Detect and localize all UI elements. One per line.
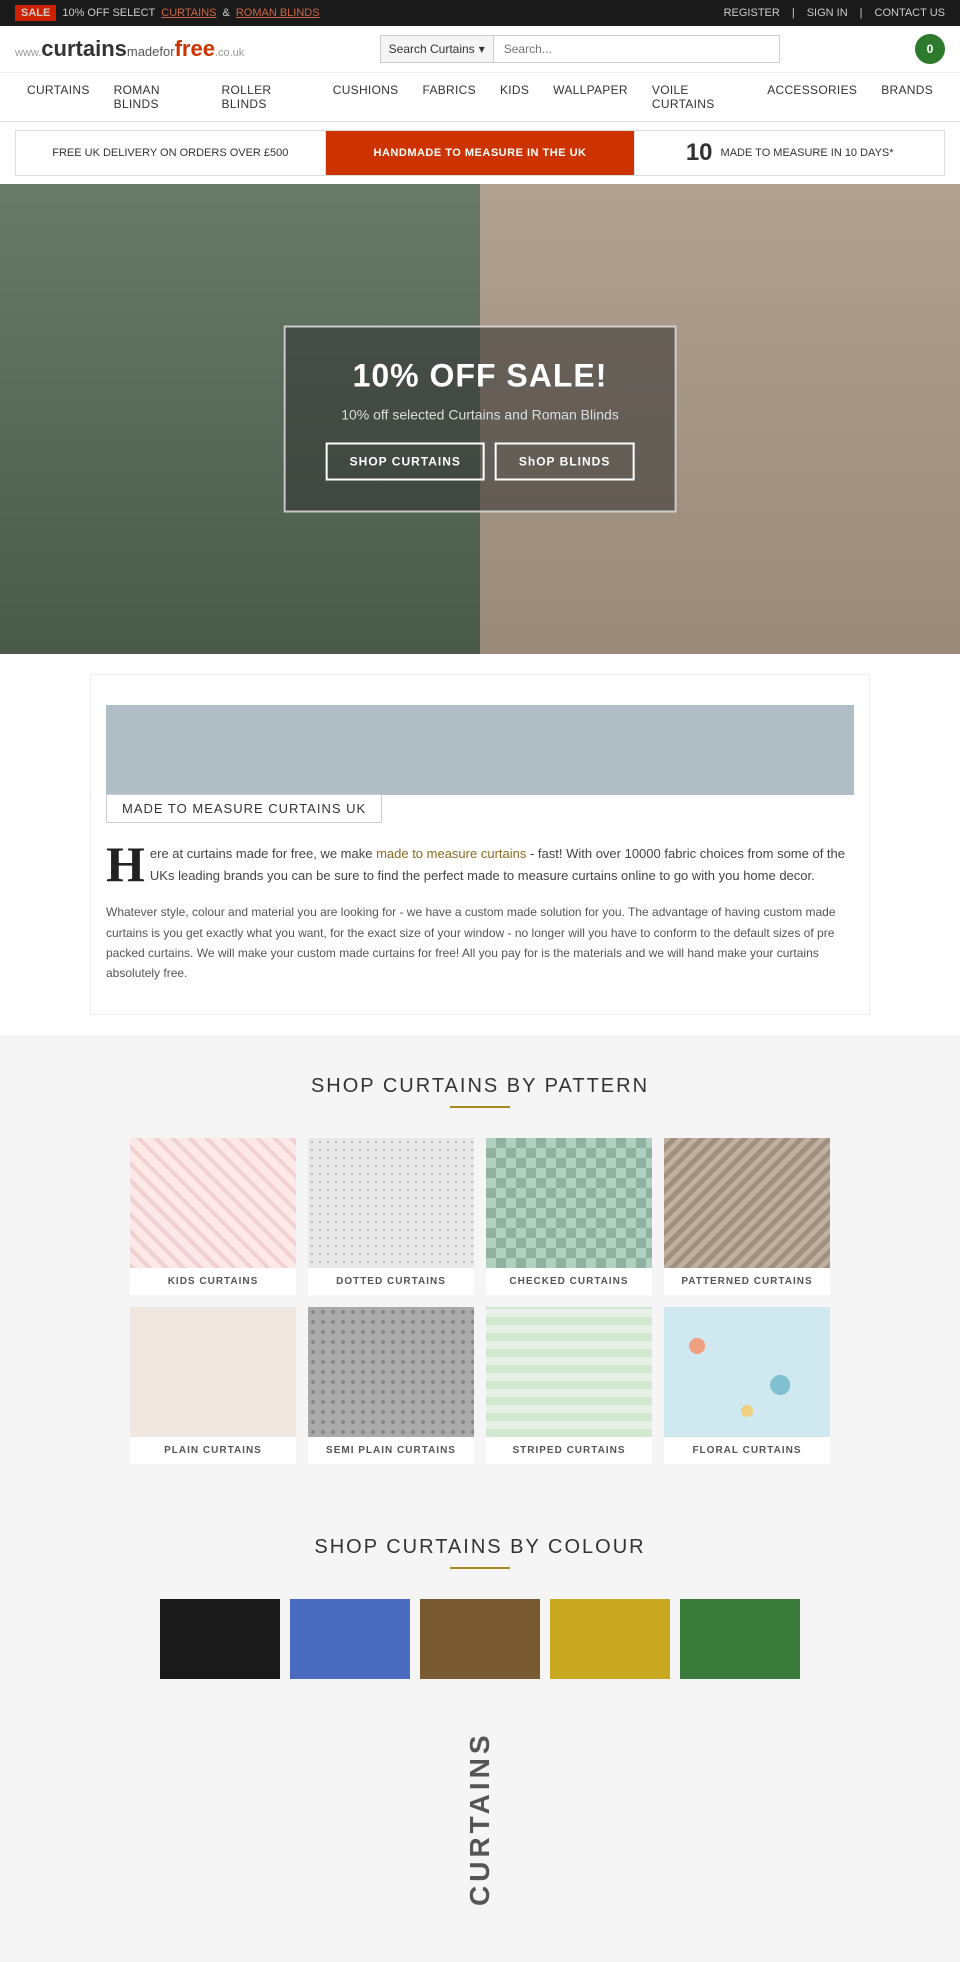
floral-swatch [664, 1307, 830, 1437]
shop-pattern-section: SHOP CURTAINS BY PATTERN KIDS CURTAINS D… [0, 1035, 960, 1516]
content-body: MADE TO MEASURE CURTAINS UK H ere at cur… [106, 795, 854, 984]
nav-roller-blinds[interactable]: ROLLER BLINDS [210, 73, 321, 121]
colour-black[interactable] [160, 1599, 280, 1679]
search-area: Search Curtains ▾ [380, 35, 780, 63]
pattern-grid: KIDS CURTAINS DOTTED CURTAINS CHECKED CU… [130, 1138, 830, 1464]
content-paragraph2: Whatever style, colour and material you … [106, 902, 854, 984]
top-curtains-link[interactable]: CURTAINS [161, 7, 216, 19]
semi-swatch [308, 1307, 474, 1437]
top-bar-left: SALE 10% OFF SELECT CURTAINS & ROMAN BLI… [15, 5, 320, 21]
top-bar: SALE 10% OFF SELECT CURTAINS & ROMAN BLI… [0, 0, 960, 26]
nav-brands[interactable]: BRANDS [869, 73, 945, 107]
floral-label: FLORAL CURTAINS [664, 1437, 830, 1464]
drop-cap-H: H [106, 843, 145, 886]
shop-curtains-button[interactable]: SHOP CURTAINS [326, 443, 485, 481]
handmade-banner[interactable]: HANDMADE TO MEASURE IN THE UK [326, 131, 636, 175]
main-nav: CURTAINS ROMAN BLINDS ROLLER BLINDS CUSH… [0, 73, 960, 122]
pattern-semi[interactable]: SEMI PLAIN CURTAINS [308, 1307, 474, 1464]
pattern-checked[interactable]: CHECKED CURTAINS [486, 1138, 652, 1295]
header: www.curtainsmadeforfree.co.uk Search Cur… [0, 26, 960, 73]
nav-wallpaper[interactable]: WALLPAPER [541, 73, 640, 107]
plain-swatch [130, 1307, 296, 1437]
checked-label: CHECKED CURTAINS [486, 1268, 652, 1295]
amp-symbol: & [222, 7, 229, 19]
chevron-down-icon: ▾ [479, 42, 485, 56]
logo-curtains: curtains [41, 36, 127, 61]
striped-label: STRIPED CURTAINS [486, 1437, 652, 1464]
promo-text: 10% OFF SELECT [62, 7, 155, 19]
cart-count: 0 [927, 42, 934, 56]
colour-divider [450, 1567, 510, 1569]
section-title-tag: MADE TO MEASURE CURTAINS UK [106, 794, 382, 823]
logo-domain: .co.uk [215, 47, 244, 59]
hero-subtitle: 10% off selected Curtains and Roman Blin… [326, 407, 635, 423]
colour-brown[interactable] [420, 1599, 540, 1679]
pattern-floral[interactable]: FLORAL CURTAINS [664, 1307, 830, 1464]
dotted-label: DOTTED CURTAINS [308, 1268, 474, 1295]
kids-label: KIDS CURTAINS [130, 1268, 296, 1295]
nav-roman-blinds[interactable]: ROMAN BLINDS [102, 73, 210, 121]
search-dropdown[interactable]: Search Curtains ▾ [380, 35, 494, 63]
logo[interactable]: www.curtainsmadeforfree.co.uk [15, 36, 244, 62]
pattern-dotted[interactable]: DOTTED CURTAINS [308, 1138, 474, 1295]
patterned-swatch [664, 1138, 830, 1268]
hero-banner: 10% OFF SALE! 10% off selected Curtains … [0, 184, 960, 654]
logo-madefor: madefor [127, 44, 175, 59]
search-input[interactable] [494, 35, 780, 63]
nav-fabrics[interactable]: FABRICS [410, 73, 487, 107]
signin-link[interactable]: SIGN IN [807, 7, 848, 19]
shop-blinds-button[interactable]: ShOP BLINDS [495, 443, 634, 481]
pattern-patterned[interactable]: PATTERNED CURTAINS [664, 1138, 830, 1295]
curtains-column: CURTAINS [395, 1729, 565, 1932]
hero-title: 10% OFF SALE! [326, 358, 635, 395]
banner-strip: FREE UK DELIVERY ON ORDERS OVER £500 HAN… [15, 130, 945, 176]
pattern-striped[interactable]: STRIPED CURTAINS [486, 1307, 652, 1464]
shop-colour-title: SHOP CURTAINS BY COLOUR [20, 1536, 940, 1559]
hero-buttons: SHOP CURTAINS ShOP BLINDS [326, 443, 635, 481]
sale-badge: SALE [15, 5, 56, 21]
striped-swatch [486, 1307, 652, 1437]
dotted-swatch [308, 1138, 474, 1268]
cart-icon[interactable]: 0 [915, 34, 945, 64]
curtains-text-section: CURTAINS [0, 1719, 960, 1962]
hero-overlay: 10% OFF SALE! 10% off selected Curtains … [284, 326, 677, 513]
nav-kids[interactable]: KIDS [488, 73, 541, 107]
colour-blue[interactable] [290, 1599, 410, 1679]
content-banner-image [106, 705, 854, 795]
nav-voile-curtains[interactable]: VOILE CURTAINS [640, 73, 755, 121]
nav-accessories[interactable]: ACCESSORIES [755, 73, 869, 107]
plain-label: PLAIN CURTAINS [130, 1437, 296, 1464]
section-divider [450, 1106, 510, 1108]
logo-free: free [175, 36, 215, 61]
contact-link[interactable]: CONTACT US [875, 7, 946, 19]
delivery-banner: FREE UK DELIVERY ON ORDERS OVER £500 [16, 131, 326, 175]
measure-banner: 10 MADE TO MEASURE IN 10 DAYS* [635, 131, 944, 175]
shop-colour-section: SHOP CURTAINS BY COLOUR [0, 1516, 960, 1719]
colour-green[interactable] [680, 1599, 800, 1679]
register-link[interactable]: REGISTER [724, 7, 780, 19]
top-bar-right: REGISTER | SIGN IN | CONTACT US [724, 7, 945, 19]
made-to-measure-link[interactable]: made to measure curtains [376, 846, 526, 861]
nav-cushions[interactable]: CUSHIONS [321, 73, 411, 107]
nav-curtains[interactable]: CURTAINS [15, 73, 102, 107]
colour-grid [130, 1599, 830, 1679]
colour-yellow[interactable] [550, 1599, 670, 1679]
shop-pattern-title: SHOP CURTAINS BY PATTERN [20, 1075, 940, 1098]
top-blinds-link[interactable]: ROMAN BLINDS [236, 7, 320, 19]
pattern-plain[interactable]: PLAIN CURTAINS [130, 1307, 296, 1464]
content-section: MADE TO MEASURE CURTAINS UK H ere at cur… [90, 674, 870, 1015]
logo-www: www. [15, 47, 41, 59]
content-paragraph1: H ere at curtains made for free, we make… [106, 843, 854, 887]
semi-label: SEMI PLAIN CURTAINS [308, 1437, 474, 1464]
kids-swatch [130, 1138, 296, 1268]
curtains-vertical-text: CURTAINS [464, 1729, 496, 1929]
checked-swatch [486, 1138, 652, 1268]
pattern-kids[interactable]: KIDS CURTAINS [130, 1138, 296, 1295]
patterned-label: PATTERNED CURTAINS [664, 1268, 830, 1295]
